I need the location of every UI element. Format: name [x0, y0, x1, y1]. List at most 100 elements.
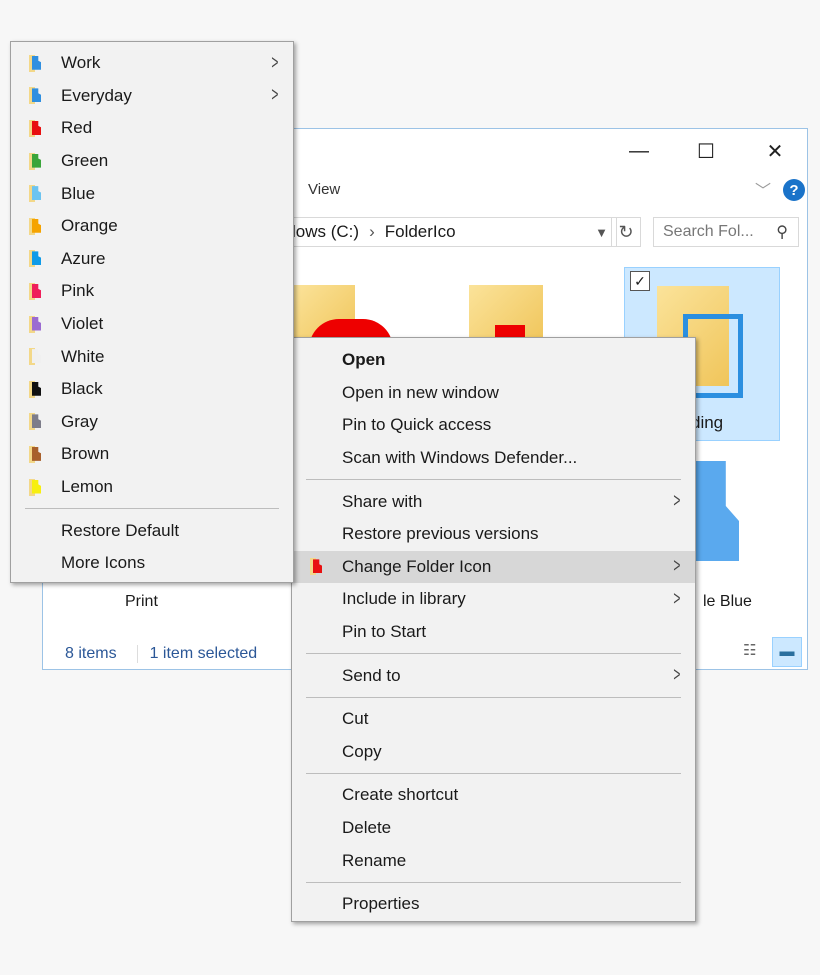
menu-item-label: Cut — [342, 709, 369, 729]
breadcrumb-folder[interactable]: FolderIco — [385, 222, 456, 242]
icon-option-black[interactable]: Black — [11, 373, 293, 406]
chevron-right-icon: > — [673, 587, 681, 610]
icon-option-violet[interactable]: Violet — [11, 308, 293, 341]
menu-item-copy[interactable]: Copy — [292, 736, 695, 769]
menu-item-cut[interactable]: Cut — [292, 703, 695, 736]
icon-option-azure[interactable]: Azure — [11, 243, 293, 276]
menu-item-open-in-new-window[interactable]: Open in new window — [292, 377, 695, 410]
change-folder-icon-submenu: Work > Everyday > Red Green Blue Orange Azure Pin… — [10, 41, 294, 583]
menu-separator — [306, 479, 681, 481]
icon-option-red[interactable]: Red — [11, 112, 293, 145]
menu-item-label: Brown — [61, 444, 110, 464]
icon-option-work[interactable]: Work > — [11, 47, 293, 80]
menu-item-label: Violet — [61, 314, 104, 334]
status-bar: 8 items 1 item selected — [65, 645, 257, 663]
gear-folder-icon — [29, 54, 41, 72]
menu-item-label: Delete — [342, 818, 392, 838]
gray-folder-icon — [29, 413, 41, 431]
breadcrumb-drive[interactable]: lows (C:) — [292, 222, 359, 242]
search-input[interactable]: Search Fol... ⚲ — [653, 217, 799, 247]
lemon-folder-icon — [29, 478, 41, 496]
menu-item-label: Black — [61, 379, 103, 399]
menu-item-share-with[interactable]: Share with > — [292, 485, 695, 518]
minimize-button[interactable]: — — [609, 129, 669, 173]
item-count: 8 items — [65, 645, 117, 662]
icon-option-everyday[interactable]: Everyday > — [11, 80, 293, 113]
red-folder-icon — [29, 119, 41, 137]
icon-option-pink[interactable]: Pink — [11, 275, 293, 308]
tab-view[interactable]: View — [308, 181, 340, 198]
menu-item-label: Green — [61, 151, 109, 171]
azure-folder-icon — [29, 250, 41, 268]
context-menu: Open Open in new window Pin to Quick acces… — [291, 337, 696, 922]
chevron-right-icon: > — [271, 51, 279, 74]
menu-item-scan-with-windows-defender[interactable]: Scan with Windows Defender... — [292, 442, 695, 475]
menu-item-label: Gray — [61, 411, 98, 431]
menu-item-label: Copy — [342, 741, 382, 761]
large-icons-view-icon[interactable]: ▬ — [772, 637, 802, 667]
red-folder-icon — [310, 558, 322, 576]
menu-item-label: Blue — [61, 183, 96, 203]
chevron-down-icon[interactable]: ▼ — [595, 225, 608, 240]
help-icon[interactable]: ? — [783, 179, 805, 201]
details-view-icon[interactable]: ☷ — [743, 641, 756, 659]
selection-count: 1 item selected — [136, 645, 257, 663]
menu-item-open[interactable]: Open — [292, 344, 695, 377]
white-folder-icon — [29, 348, 41, 366]
refresh-icon[interactable]: ↻ — [611, 217, 641, 247]
menu-item-label: Create shortcut — [342, 785, 459, 805]
menu-item-properties[interactable]: Properties — [292, 888, 695, 921]
menu-item-pin-to-start[interactable]: Pin to Start — [292, 616, 695, 649]
blue-folder-icon[interactable] — [695, 461, 739, 561]
icon-option-blue[interactable]: Blue — [11, 177, 293, 210]
menu-item-pin-to-quick-access[interactable]: Pin to Quick access — [292, 409, 695, 442]
orange-folder-icon — [29, 217, 41, 235]
close-button[interactable]: ✕ — [745, 129, 805, 173]
green-folder-icon — [29, 152, 41, 170]
menu-item-restore-previous-versions[interactable]: Restore previous versions — [292, 518, 695, 551]
chevron-right-icon: > — [673, 490, 681, 513]
maximize-button[interactable]: ☐ — [676, 129, 736, 173]
menu-item-delete[interactable]: Delete — [292, 812, 695, 845]
expand-ribbon-icon[interactable]: ﹀ — [755, 177, 771, 201]
icon-option-white[interactable]: White — [11, 340, 293, 373]
checkbox-checked-icon[interactable]: ✓ — [630, 271, 650, 291]
pink-folder-icon — [29, 282, 41, 300]
menu-item-label: Lemon — [61, 477, 113, 497]
menu-item-send-to[interactable]: Send to > — [292, 659, 695, 692]
menu-separator — [25, 508, 279, 510]
icon-option-orange[interactable]: Orange — [11, 210, 293, 243]
menu-item-label: Include in library — [342, 589, 466, 609]
menu-item-label: Orange — [61, 216, 118, 236]
icon-option-gray[interactable]: Gray — [11, 406, 293, 439]
chevron-right-icon: > — [271, 84, 279, 107]
item-label: le Blue — [703, 593, 752, 610]
menu-separator — [306, 773, 681, 775]
black-folder-icon — [29, 380, 41, 398]
search-placeholder: Search Fol... — [663, 223, 754, 240]
menu-item-label: Work — [61, 53, 101, 73]
menu-item-label: Open — [342, 350, 386, 370]
menu-item-create-shortcut[interactable]: Create shortcut — [292, 779, 695, 812]
menu-item-label: More Icons — [61, 553, 146, 573]
menu-item-restore-default[interactable]: Restore Default — [11, 514, 293, 547]
violet-folder-icon — [29, 315, 41, 333]
menu-item-more-icons[interactable]: More Icons — [11, 547, 293, 580]
menu-item-label: Restore previous versions — [342, 524, 539, 544]
menu-item-label: Properties — [342, 894, 420, 914]
search-icon: ⚲ — [776, 224, 788, 241]
menu-item-label: White — [61, 346, 105, 366]
menu-item-rename[interactable]: Rename — [292, 844, 695, 877]
menu-item-include-in-library[interactable]: Include in library > — [292, 583, 695, 616]
chevron-right-icon: > — [673, 555, 681, 578]
icon-option-brown[interactable]: Brown — [11, 438, 293, 471]
icon-option-lemon[interactable]: Lemon — [11, 471, 293, 504]
menu-item-label: Pin to Start — [342, 622, 427, 642]
blue-folder-icon — [29, 185, 41, 203]
download-folder-icon — [29, 87, 41, 105]
icon-option-green[interactable]: Green — [11, 145, 293, 178]
menu-item-change-folder-icon[interactable]: Change Folder Icon > — [292, 550, 695, 584]
menu-item-label: Change Folder Icon — [342, 556, 492, 576]
menu-item-label: Share with — [342, 491, 423, 511]
address-bar[interactable]: lows (C:) › FolderIco ▼ — [243, 217, 617, 247]
